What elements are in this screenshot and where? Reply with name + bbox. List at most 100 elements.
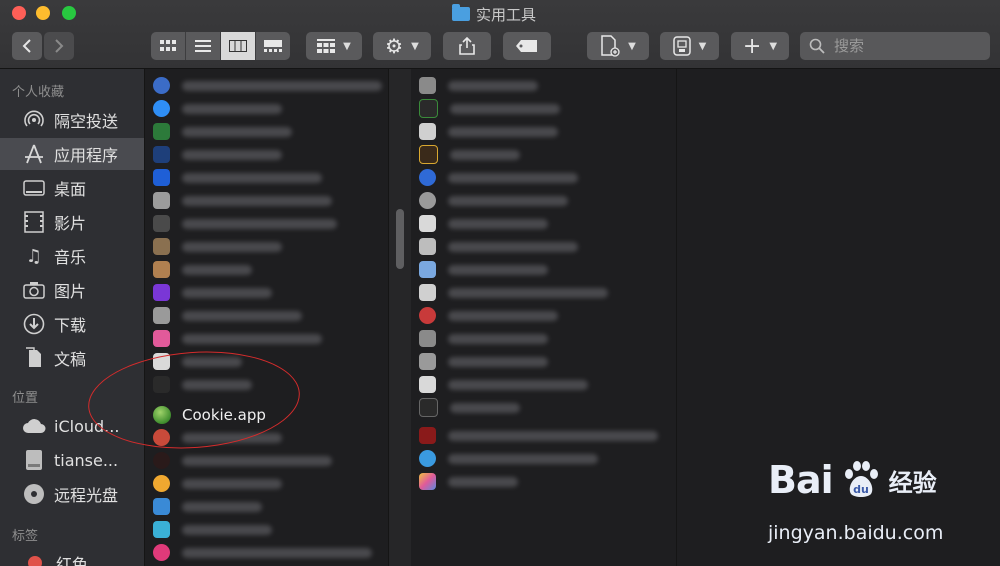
airdrop-icon	[22, 108, 46, 132]
list-item[interactable]	[145, 143, 388, 166]
list-item[interactable]	[411, 327, 675, 350]
download-icon	[22, 312, 46, 336]
list-item[interactable]	[145, 449, 388, 472]
list-item[interactable]	[411, 258, 675, 281]
share-icon	[459, 37, 475, 55]
list-item[interactable]	[411, 212, 675, 235]
forward-button[interactable]	[44, 32, 74, 60]
sidebar-item-remote-disc[interactable]: 远程光盘	[0, 478, 144, 510]
sidebar-item-applications[interactable]: 应用程序	[0, 138, 144, 170]
list-item-cookie[interactable]: Cookie.app	[145, 403, 388, 426]
sidebar-item-icloud[interactable]: iCloud...	[0, 410, 144, 442]
applications-icon	[22, 142, 46, 166]
sidebar-item-tag-red[interactable]: 红色	[0, 547, 144, 566]
list-item[interactable]	[411, 281, 675, 304]
app-icon	[419, 427, 436, 444]
minimize-window-button[interactable]	[36, 6, 50, 20]
list-item[interactable]	[411, 189, 675, 212]
list-view-button[interactable]	[186, 32, 221, 60]
list-item[interactable]	[145, 74, 388, 97]
search-input[interactable]	[832, 36, 986, 56]
list-item[interactable]	[145, 495, 388, 518]
sidebar-item-downloads[interactable]: 下载	[0, 308, 144, 340]
icon-view-button[interactable]	[151, 32, 186, 60]
app-icon	[153, 169, 170, 186]
column-view-button[interactable]	[221, 32, 256, 60]
app-icon	[419, 123, 436, 140]
list-item[interactable]	[411, 447, 675, 470]
list-item[interactable]	[145, 472, 388, 495]
list-item[interactable]	[411, 470, 675, 493]
list-item[interactable]	[411, 143, 675, 166]
list-item[interactable]	[145, 281, 388, 304]
list-item[interactable]	[145, 373, 388, 396]
column-utilities	[411, 69, 675, 566]
paw-icon: du	[839, 460, 883, 500]
sidebar-item-disk[interactable]: tianse...	[0, 444, 144, 476]
chevron-left-icon	[22, 39, 31, 53]
open-with-button[interactable]: ▼	[660, 32, 719, 60]
share-button[interactable]	[443, 32, 491, 60]
app-icon	[153, 261, 170, 278]
app-icon	[419, 473, 436, 490]
list-item[interactable]	[411, 373, 675, 396]
list-item[interactable]	[145, 212, 388, 235]
list-item[interactable]	[145, 120, 388, 143]
list-item[interactable]	[411, 166, 675, 189]
list-item[interactable]	[145, 97, 388, 120]
list-item[interactable]	[411, 304, 675, 327]
list-item[interactable]	[411, 97, 675, 120]
list-item[interactable]	[411, 350, 675, 373]
sidebar-item-music[interactable]: ♫ 音乐	[0, 240, 144, 272]
sidebar-item-label: 图片	[54, 282, 87, 301]
list-item[interactable]	[411, 424, 675, 447]
list-item[interactable]	[145, 541, 388, 564]
sidebar-item-documents[interactable]: 文稿	[0, 342, 144, 374]
cloud-icon	[22, 414, 46, 438]
document-add-icon	[601, 35, 620, 57]
desktop-icon	[22, 176, 46, 200]
column-scrollbar[interactable]	[388, 69, 412, 566]
app-icon	[419, 145, 438, 164]
sidebar-item-airdrop[interactable]: 隔空投送	[0, 104, 144, 136]
list-item[interactable]	[145, 258, 388, 281]
movies-icon	[22, 210, 46, 234]
list-item[interactable]	[145, 189, 388, 212]
sidebar-item-label: 文稿	[54, 350, 87, 369]
sidebar-item-movies[interactable]: 影片	[0, 206, 144, 238]
list-item[interactable]	[145, 426, 388, 449]
add-button[interactable]: + ▼	[731, 32, 789, 60]
app-icon	[153, 498, 170, 515]
scrollbar-thumb[interactable]	[396, 209, 404, 269]
sidebar-item-pictures[interactable]: 图片	[0, 274, 144, 306]
zoom-window-button[interactable]	[62, 6, 76, 20]
list-item[interactable]	[145, 304, 388, 327]
edit-tags-button[interactable]	[503, 32, 551, 60]
close-window-button[interactable]	[12, 6, 26, 20]
svg-text:du: du	[853, 483, 869, 496]
list-item[interactable]	[145, 235, 388, 258]
list-item[interactable]	[145, 166, 388, 189]
sidebar-item-desktop[interactable]: 桌面	[0, 172, 144, 204]
list-item[interactable]	[145, 350, 388, 373]
new-document-button[interactable]: ▼	[587, 32, 649, 60]
search-icon	[808, 38, 826, 54]
favorites-section-title: 个人收藏	[12, 85, 65, 100]
list-item[interactable]	[411, 235, 675, 258]
app-icon	[419, 77, 436, 94]
group-by-button[interactable]: ▼	[306, 32, 362, 60]
app-icon	[419, 215, 436, 232]
list-item[interactable]	[411, 74, 675, 97]
list-icon	[195, 40, 211, 52]
gallery-view-button[interactable]	[256, 32, 290, 60]
tag-icon	[516, 40, 537, 52]
app-icon	[419, 330, 436, 347]
list-item[interactable]	[145, 518, 388, 541]
back-button[interactable]	[12, 32, 42, 60]
list-item[interactable]	[411, 120, 675, 143]
chevron-down-icon: ▼	[411, 40, 419, 52]
list-item[interactable]	[145, 327, 388, 350]
search-field[interactable]	[800, 32, 990, 60]
list-item[interactable]	[411, 396, 675, 419]
action-menu-button[interactable]: ⚙ ▼	[373, 32, 431, 60]
